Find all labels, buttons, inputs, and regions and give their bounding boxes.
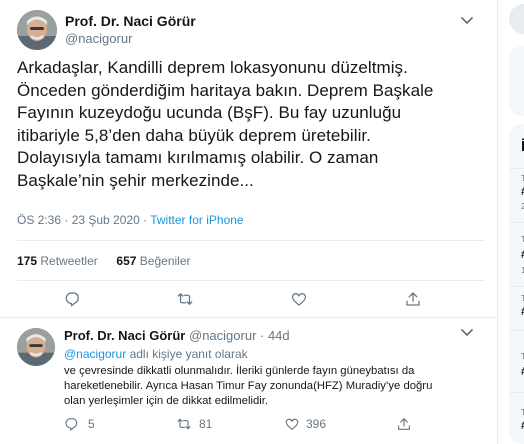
tweet-meta: ÖS 2:36 · 23 Şub 2020 · Twitter for iPho…	[17, 213, 244, 227]
reply-text-line: olan yerleşimler için de dikkat edilmeli…	[64, 395, 269, 407]
share-icon	[398, 418, 410, 430]
divider	[509, 286, 524, 287]
reply-to-label: adlı kişiye yanıt olarak	[129, 347, 248, 361]
reply-text-line: ve çevresinde dikkatli olunmalıdır. İler…	[64, 365, 415, 377]
heart-icon	[291, 293, 307, 306]
trends-box	[509, 124, 524, 444]
share-button[interactable]	[396, 416, 416, 436]
reply-button[interactable]	[64, 416, 84, 436]
reply-author[interactable]: Prof. Dr. Naci Görür @nacigorur · 44d	[64, 328, 290, 343]
tweet-text-line: Dolayısıyla tamamı kırılmamış olabilir. …	[17, 148, 379, 167]
tweet-timestamp[interactable]: ÖS 2:36 · 23 Şub 2020 ·	[17, 213, 147, 227]
chevron-down-icon[interactable]	[457, 10, 477, 30]
divider	[509, 222, 524, 223]
likes-label: Beğeniler	[139, 254, 191, 268]
like-button[interactable]	[290, 290, 310, 310]
likes-stat[interactable]: 657 Beğeniler	[116, 254, 190, 268]
reply-author-name: Prof. Dr. Naci Görür	[64, 328, 186, 343]
reply-button[interactable]	[64, 290, 84, 310]
retweet-icon	[177, 418, 191, 430]
chevron-down-icon[interactable]	[457, 322, 477, 342]
divider	[509, 168, 524, 169]
share-icon	[406, 292, 420, 306]
reply-icon	[65, 418, 78, 431]
tweet-text-line: Önceden gönderdiğim haritaya bakın. Depr…	[17, 80, 434, 100]
heart-icon	[285, 418, 299, 430]
divider	[509, 330, 524, 331]
author-handle[interactable]: @nacigorur	[65, 31, 132, 46]
retweets-count: 175	[17, 254, 38, 268]
reply-text: ve çevresinde dikkatli olunmalıdır. İler…	[64, 364, 484, 409]
divider	[509, 392, 524, 393]
avatar[interactable]	[17, 10, 57, 50]
tweet-actions	[0, 290, 497, 310]
tweet-text: Arkadaşlar, Kandilli deprem lokasyonunu …	[17, 57, 487, 192]
who-to-follow-box	[509, 46, 524, 116]
likes-count: 657	[116, 254, 137, 268]
author-name[interactable]: Prof. Dr. Naci Görür	[65, 13, 196, 29]
avatar[interactable]	[17, 328, 55, 366]
tweet-stats: 175 Retweetler 657 Beğeniler	[17, 254, 191, 268]
retweet-count: 81	[199, 417, 213, 431]
retweet-icon	[177, 293, 193, 305]
reply-icon	[65, 292, 79, 307]
reply-text-line: hareketlenebilir. Ayrıca Hasan Timur Fay…	[64, 380, 433, 392]
tweet-text-line: Arkadaşlar, Kandilli deprem lokasyonunu …	[17, 58, 408, 77]
retweets-label: Retweetler	[40, 254, 98, 268]
tweet-text-line: Fayının kuzeydoğu ucunda (BşF). Bu fay u…	[17, 103, 402, 122]
retweet-button[interactable]	[176, 290, 196, 310]
like-count: 396	[306, 417, 327, 431]
retweet-button[interactable]	[176, 416, 196, 436]
like-button[interactable]	[284, 416, 304, 436]
tweet-source-link[interactable]: Twitter for iPhone	[150, 213, 243, 227]
reply-mention-link[interactable]: @nacigorur	[64, 347, 126, 361]
divider	[17, 240, 485, 241]
reply-actions: 5 81 396	[0, 416, 497, 436]
tweet-text-line: itibariyle 5,8’den daha büyük deprem üre…	[17, 125, 371, 145]
main-tweet: Prof. Dr. Naci Görür @nacigorur Arkadaşl…	[0, 0, 497, 318]
replying-to: @nacigorur adlı kişiye yanıt olarak	[64, 347, 248, 361]
share-button[interactable]	[404, 290, 424, 310]
reply-author-handle: @nacigorur · 44d	[189, 328, 290, 343]
divider	[17, 280, 485, 281]
tweet-text-line: Başkale’nin şehir merkezinde...	[17, 170, 254, 190]
retweets-stat[interactable]: 175 Retweetler	[17, 254, 98, 268]
reply-count: 5	[88, 417, 95, 431]
